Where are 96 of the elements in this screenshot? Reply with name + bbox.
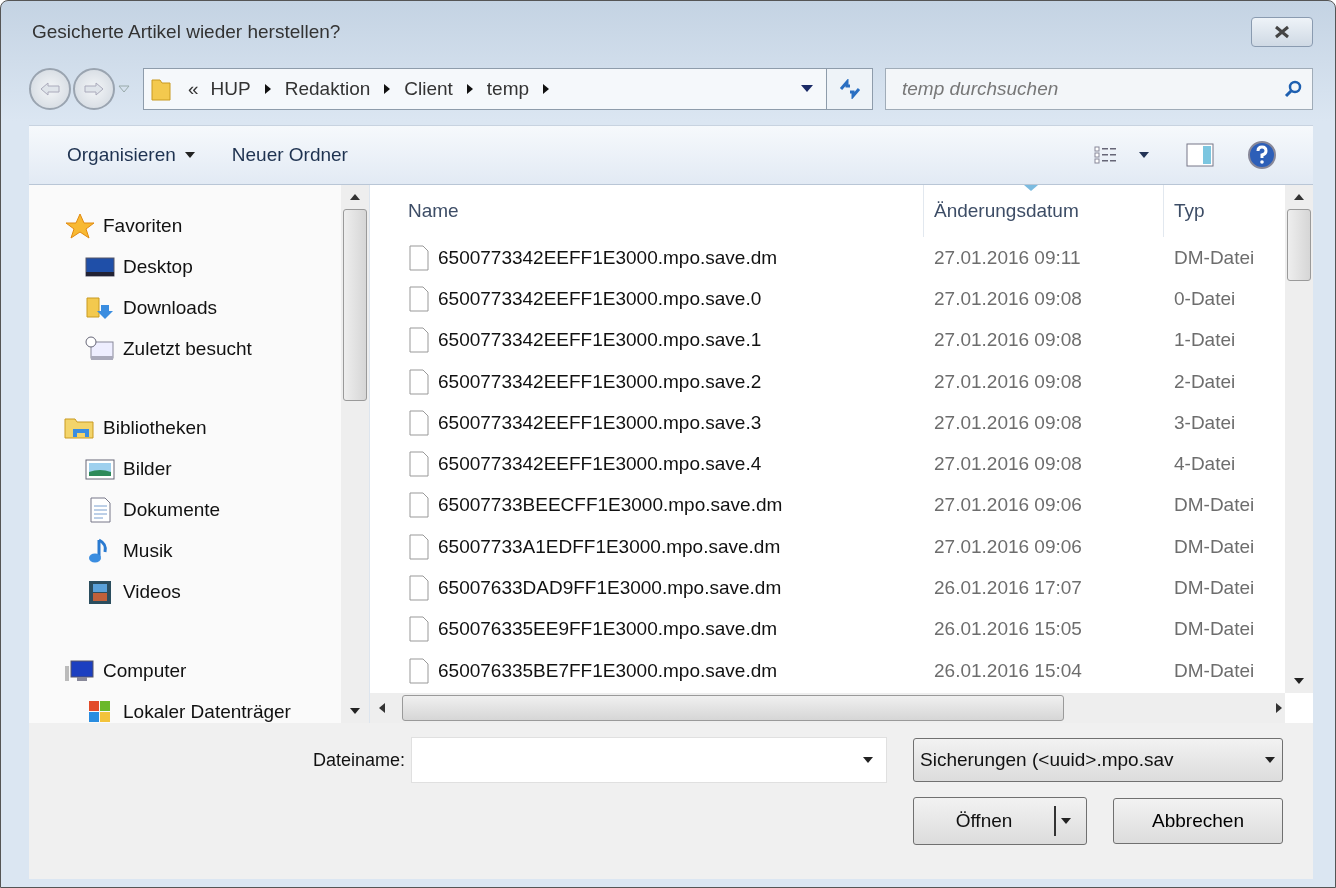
forward-arrow-icon xyxy=(83,81,105,97)
forward-button[interactable] xyxy=(73,68,115,110)
filename-field[interactable] xyxy=(411,737,887,783)
column-header[interactable]: Typ xyxy=(1164,185,1285,237)
sidebar-item[interactable]: Musik xyxy=(29,530,341,571)
file-icon xyxy=(408,575,430,601)
table-cell-text: 27.01.2016 09:08 xyxy=(933,287,1083,310)
table-cell-text: 27.01.2016 09:06 xyxy=(933,494,1083,517)
file-icon xyxy=(408,285,430,312)
table-cell-text: 27.01.2016 09:08 xyxy=(933,370,1083,393)
column-header[interactable]: Name xyxy=(408,185,924,237)
scrollbar-thumb[interactable] xyxy=(343,209,367,401)
chevron-icon[interactable] xyxy=(464,83,475,95)
table-cell-text: 26.01.2016 17:07 xyxy=(933,577,1083,599)
back-arrow-icon xyxy=(39,81,61,97)
file-icon xyxy=(408,327,430,354)
table-cell-text: 0-Datei xyxy=(1173,287,1237,310)
file-name[interactable]: 650076335BE7FF1E3000.mpo.save.dm xyxy=(438,659,778,682)
file-name[interactable]: 650076335EE9FF1E3000.mpo.save.dm xyxy=(438,618,778,641)
scrollbar-thumb[interactable] xyxy=(1287,209,1311,281)
file-icon xyxy=(408,368,430,395)
file-name[interactable]: 6500773342EEFF1E3000.mpo.save.2 xyxy=(438,370,762,393)
file-type-dropdown[interactable]: Sicherungen (<uuid>.mpo.sav xyxy=(913,738,1283,782)
window-title: Gesicherte Artikel wieder herstellen? xyxy=(32,21,342,43)
refresh-icon xyxy=(837,79,862,99)
search-icon xyxy=(1283,79,1303,99)
table-cell-text: 1-Datei xyxy=(1173,329,1237,352)
cancel-button[interactable]: Abbrechen xyxy=(1113,798,1283,844)
refresh-button[interactable] xyxy=(826,69,872,109)
file-icon xyxy=(408,616,430,643)
file-icon xyxy=(408,492,430,519)
chevron-icon[interactable] xyxy=(262,83,273,95)
organize-menu[interactable]: Organisieren xyxy=(59,138,204,172)
table-cell-text: DM-Datei xyxy=(1173,577,1256,599)
filename-label: Dateiname: xyxy=(312,749,405,771)
file-name[interactable]: 6500773342EEFF1E3000.mpo.save.3 xyxy=(438,411,762,434)
sidebar-group[interactable]: Bibliotheken xyxy=(29,407,341,448)
file-name[interactable]: 6500773342EEFF1E3000.mpo.save.dm xyxy=(438,246,778,269)
table-cell-text: 27.01.2016 09:08 xyxy=(933,411,1083,434)
computer-icon xyxy=(63,657,97,684)
search-field[interactable]: temp durchsuchen xyxy=(885,68,1313,110)
file-name[interactable]: 6500773342EEFF1E3000.mpo.save.4 xyxy=(438,453,762,476)
sidebar-item[interactable]: Dokumente xyxy=(29,489,341,530)
breadcrumb-segment[interactable]: HUP xyxy=(210,78,251,100)
dropdown-caret-icon[interactable] xyxy=(800,84,814,94)
table-cell-text: 26.01.2016 15:04 xyxy=(933,659,1083,682)
close-icon xyxy=(1273,25,1291,39)
table-cell-text: DM-Datei xyxy=(1173,246,1256,269)
sidebar-item[interactable]: Downloads xyxy=(29,287,341,328)
table-cell-text: 27.01.2016 09:08 xyxy=(933,329,1083,352)
sidebar-item[interactable]: Zuletzt besucht xyxy=(29,328,341,369)
sidebar-item[interactable]: Videos xyxy=(29,571,341,612)
file-name[interactable]: 6500773342EEFF1E3000.mpo.save.0 xyxy=(438,287,762,310)
history-caret-icon[interactable] xyxy=(117,84,131,94)
column-header[interactable]: Änderungsdatum xyxy=(924,185,1164,237)
file-name[interactable]: 65007633DAD9FF1E3000.mpo.save.dm xyxy=(438,577,782,599)
sidebar-group[interactable]: Computer xyxy=(29,650,341,691)
table-cell-text: DM-Datei xyxy=(1173,659,1256,682)
file-name[interactable]: 65007733BEECFF1E3000.mpo.save.dm xyxy=(438,494,783,517)
table-cell-text: DM-Datei xyxy=(1173,535,1256,558)
scrollbar-thumb[interactable] xyxy=(402,695,1064,721)
folder-icon xyxy=(150,76,172,102)
file-name[interactable]: 65007733A1EDFF1E3000.mpo.save.dm xyxy=(438,535,781,558)
file-icon xyxy=(408,451,430,478)
breadcrumb-segment[interactable]: Client xyxy=(404,78,453,100)
vertical-scrollbar[interactable] xyxy=(1285,185,1313,693)
address-bar[interactable]: « HUP Redaktion Client temp xyxy=(143,68,873,110)
open-button[interactable]: Öffnen xyxy=(913,797,1087,845)
star-icon xyxy=(63,212,97,239)
sidebar-group[interactable]: Favoriten xyxy=(29,205,341,246)
sidebar-item[interactable]: Desktop xyxy=(29,246,341,287)
table-cell-text: 2-Datei xyxy=(1173,370,1237,393)
table-cell-text: 27.01.2016 09:08 xyxy=(933,453,1083,476)
table-cell-text: 27.01.2016 09:11 xyxy=(933,246,1082,269)
sidebar-item[interactable]: Lokaler Datenträger xyxy=(29,691,341,723)
file-icon xyxy=(408,244,430,271)
table-cell-text: 4-Datei xyxy=(1173,453,1237,476)
table-cell-text: 3-Datei xyxy=(1173,411,1237,434)
sidebar-item[interactable]: Bilder xyxy=(29,448,341,489)
breadcrumb-segment[interactable]: Redaktion xyxy=(284,78,371,100)
file-name[interactable]: 6500773342EEFF1E3000.mpo.save.1 xyxy=(438,329,762,352)
close-button[interactable] xyxy=(1251,17,1313,47)
recent-icon xyxy=(83,335,117,362)
file-icon xyxy=(408,409,430,436)
file-icon xyxy=(408,533,430,560)
file-icon xyxy=(408,657,430,684)
new-folder-button[interactable]: Neuer Ordner xyxy=(223,138,356,172)
vertical-scrollbar[interactable] xyxy=(341,185,369,723)
overflow-chevron[interactable]: « xyxy=(188,78,199,100)
table-cell-text: 26.01.2016 15:05 xyxy=(933,618,1083,641)
table-cell-text: DM-Datei xyxy=(1173,618,1256,641)
table-cell-text: DM-Datei xyxy=(1173,494,1256,517)
back-button[interactable] xyxy=(29,68,71,110)
horizontal-scrollbar[interactable] xyxy=(370,693,1285,723)
table-cell-text: 27.01.2016 09:06 xyxy=(933,535,1083,558)
breadcrumb-segment[interactable]: temp xyxy=(486,78,530,100)
